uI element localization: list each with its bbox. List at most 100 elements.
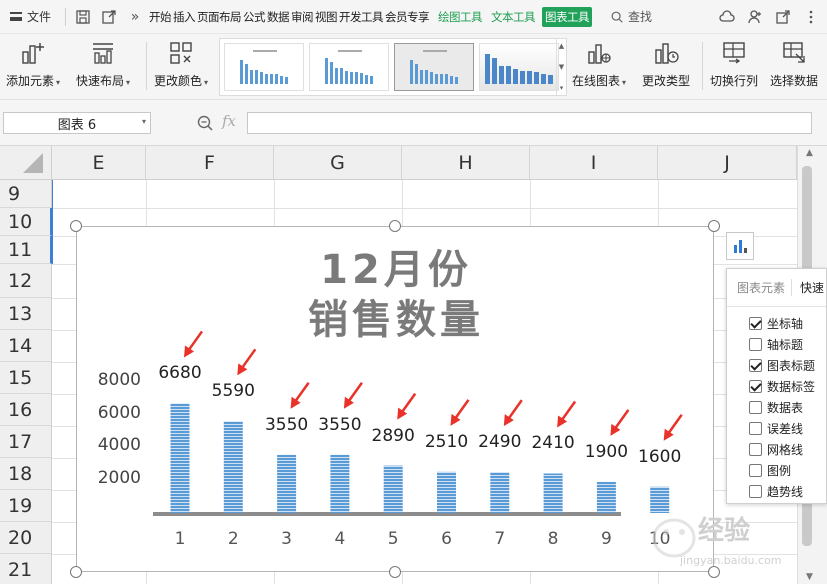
row-header-18[interactable]: 18 (0, 458, 52, 490)
column-header-j[interactable]: J (658, 146, 797, 180)
chart-style-1[interactable] (224, 43, 304, 91)
row-header-14[interactable]: 14 (0, 330, 52, 362)
name-box[interactable]: 图表 6 ▾ (3, 112, 151, 134)
resize-handle-bottom[interactable] (389, 566, 401, 578)
file-menu[interactable]: 文件 (0, 0, 61, 34)
bar-2[interactable] (223, 421, 243, 513)
row-header-17[interactable]: 17 (0, 426, 52, 458)
data-label-9[interactable]: 1900 (585, 442, 628, 462)
row-header-10[interactable]: 10 (0, 208, 52, 236)
add-user-icon[interactable] (747, 9, 763, 25)
chart-element-option[interactable]: 图例 (727, 460, 826, 481)
checkbox[interactable] (749, 422, 762, 435)
switch-row-col-button[interactable]: 切换行列 (710, 38, 758, 94)
column-header-f[interactable]: F (146, 146, 274, 180)
scroll-up-icon[interactable]: ▲ (806, 148, 813, 158)
data-label-4[interactable]: 3550 (318, 415, 361, 435)
data-label-3[interactable]: 3550 (265, 415, 308, 435)
tab-member[interactable]: 会员专享 (384, 0, 430, 34)
bar-8[interactable] (543, 473, 563, 513)
data-label-2[interactable]: 5590 (212, 381, 255, 401)
tab-chart-tools[interactable]: 图表工具 (542, 6, 593, 27)
cloud-sync-icon[interactable] (719, 9, 735, 25)
tab-insert[interactable]: 插入 (172, 0, 196, 34)
chart-element-option[interactable]: 误差线 (727, 418, 826, 439)
row-header-19[interactable]: 19 (0, 490, 52, 522)
checkbox[interactable] (749, 443, 762, 456)
chart-element-option[interactable]: 轴标题 (727, 334, 826, 355)
row-header-16[interactable]: 16 (0, 394, 52, 426)
bar-4[interactable] (330, 454, 350, 513)
scroll-down-icon[interactable]: ▼ (806, 572, 813, 582)
resize-handle-bottom-left[interactable] (70, 566, 82, 578)
chart-style-4[interactable] (479, 43, 559, 91)
column-header-i[interactable]: I (530, 146, 658, 180)
select-data-button[interactable]: 选择数据 (770, 38, 818, 94)
checkbox[interactable] (749, 380, 762, 393)
formula-input[interactable] (247, 112, 812, 134)
column-header-e[interactable]: E (52, 146, 146, 180)
tab-developer[interactable]: 开发工具 (338, 0, 384, 34)
checkbox[interactable] (749, 485, 762, 498)
chart-element-option[interactable]: 坐标轴 (727, 313, 826, 334)
data-label-10[interactable]: 1600 (638, 447, 681, 467)
bar-7[interactable] (490, 472, 510, 513)
add-element-button[interactable]: 添加元素 ▾ (6, 38, 60, 94)
bar-3[interactable] (277, 454, 297, 513)
chart-element-option[interactable]: 数据标签 (727, 376, 826, 397)
share-icon[interactable] (775, 9, 791, 25)
online-chart-button[interactable]: 在线图表 ▾ (572, 38, 626, 94)
zoom-icon[interactable] (196, 114, 214, 132)
column-header-g[interactable]: G (274, 146, 402, 180)
tab-text-tools[interactable]: 文本工具 (490, 0, 536, 34)
export-icon[interactable] (96, 0, 122, 34)
more-vertical-icon[interactable] (803, 9, 819, 25)
resize-handle-top[interactable] (389, 220, 401, 232)
change-type-button[interactable]: 更改类型 (642, 38, 690, 94)
chart-element-option[interactable]: 数据表 (727, 397, 826, 418)
column-header-h[interactable]: H (402, 146, 530, 180)
change-color-button[interactable]: 更改颜色 ▾ (154, 38, 208, 94)
checkbox[interactable] (749, 338, 762, 351)
data-label-7[interactable]: 2490 (478, 432, 521, 452)
data-label-8[interactable]: 2410 (531, 433, 574, 453)
tab-page-layout[interactable]: 页面布局 (196, 0, 242, 34)
bar-6[interactable] (437, 471, 456, 513)
chart-element-option[interactable]: 趋势线 (727, 481, 826, 502)
tab-quick-layout[interactable]: 快速 (791, 279, 826, 296)
tab-data[interactable]: 数据 (266, 0, 290, 34)
row-header-20[interactable]: 20 (0, 522, 52, 554)
chart-elements-button[interactable] (726, 232, 754, 260)
tab-chart-elements[interactable]: 图表元素 (737, 279, 791, 296)
tab-review[interactable]: 审阅 (290, 0, 314, 34)
bar-5[interactable] (383, 465, 403, 513)
row-header-15[interactable]: 15 (0, 362, 52, 394)
select-all-corner[interactable] (0, 146, 52, 180)
data-label-5[interactable]: 2890 (372, 426, 415, 446)
checkbox[interactable] (749, 317, 762, 330)
tab-view[interactable]: 视图 (314, 0, 338, 34)
tab-home[interactable]: 开始 (148, 0, 172, 34)
row-header-11[interactable]: 11 (0, 236, 52, 264)
chart-element-option[interactable]: 网格线 (727, 439, 826, 460)
bar-1[interactable] (170, 403, 190, 513)
row-header-9[interactable]: 9 (0, 180, 52, 208)
checkbox[interactable] (749, 359, 762, 372)
bar-9[interactable] (596, 481, 616, 513)
row-header-12[interactable]: 12 (0, 264, 52, 298)
chart-style-2[interactable] (309, 43, 389, 91)
row-header-21[interactable]: 21 (0, 554, 52, 584)
bar-chart[interactable]: 12月份 销售数量 8000 6000 4000 2000 6680 1 5590 2 3550… (76, 226, 714, 572)
save-icon[interactable] (70, 0, 96, 34)
chart-style-3-selected[interactable] (394, 43, 474, 91)
tab-drawing-tools[interactable]: 绘图工具 (437, 0, 483, 34)
search-button[interactable]: 查找 (610, 8, 652, 25)
row-header-13[interactable]: 13 (0, 298, 52, 330)
data-label-6[interactable]: 2510 (425, 432, 468, 452)
style-gallery-scroll[interactable]: ▲ ▼ ▾ (556, 39, 566, 95)
tab-formulas[interactable]: 公式 (242, 0, 266, 34)
resize-handle-top-left[interactable] (70, 220, 82, 232)
fx-label[interactable]: fx (222, 112, 236, 130)
more-chevron-icon[interactable]: » (122, 0, 148, 34)
chart-element-option[interactable]: 图表标题 (727, 355, 826, 376)
